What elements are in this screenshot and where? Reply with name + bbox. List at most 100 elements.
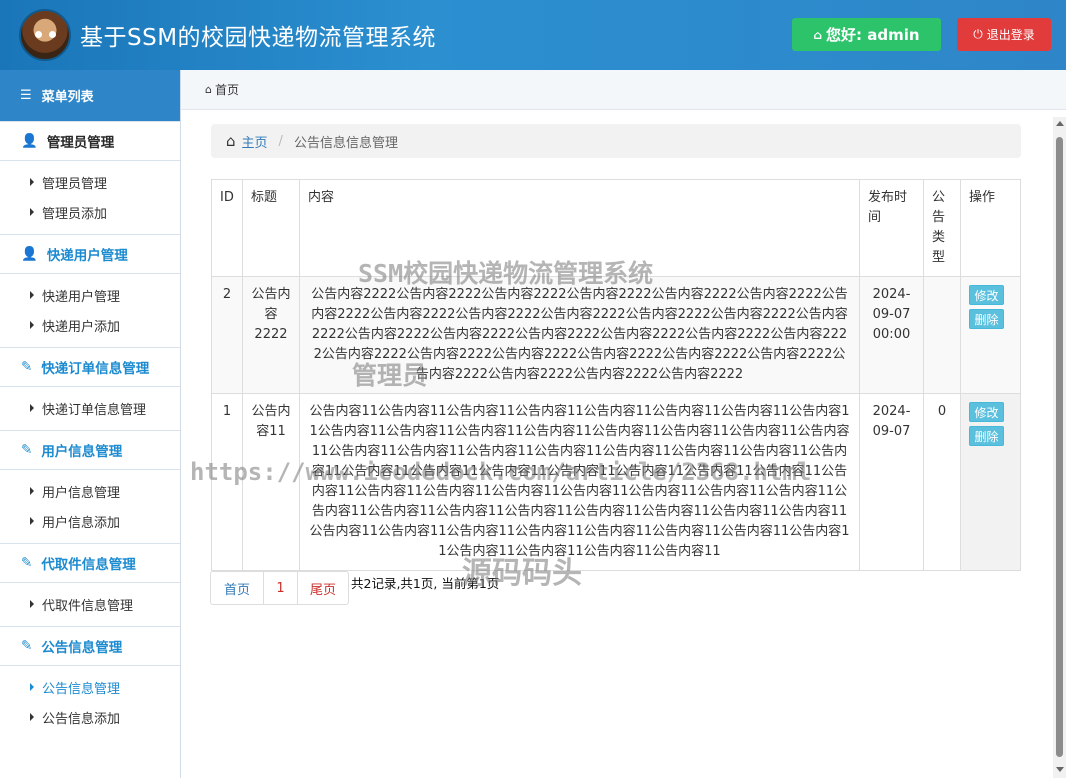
header: 基于SSM的校园快递物流管理系统 ⌂ 您好: admin ⏻ 退出登录 [0, 0, 1066, 70]
scrollbar[interactable] [1053, 117, 1066, 778]
user-label: 您好: admin [826, 26, 920, 44]
cell-actions: 修改 删除 [959, 276, 1022, 394]
logout-label: 退出登录 [986, 28, 1035, 42]
item-label: 快递用户管理 [42, 289, 121, 305]
sidebar-group-order[interactable]: ✎ 快递订单信息管理 [0, 347, 180, 387]
sidebar-group-courier-user[interactable]: 👤 快递用户管理 [0, 234, 180, 274]
home-icon: ⌂ [813, 27, 823, 42]
sidebar-group-pickup[interactable]: ✎ 代取件信息管理 [0, 543, 180, 583]
cell-date: 2024-09-07 00:00 [859, 276, 924, 394]
delete-button[interactable]: 删除 [968, 426, 1004, 446]
caret-right-icon [30, 713, 34, 721]
breadcrumb-separator: / [278, 133, 283, 149]
edit-button[interactable]: 修改 [968, 285, 1004, 305]
group-label: 用户信息管理 [41, 444, 123, 460]
sidebar-item-admin-add[interactable]: 管理员添加 [0, 197, 180, 227]
cell-type: 0 [922, 393, 961, 571]
logo-eye-right [49, 31, 56, 38]
sidebar-item-order-manage[interactable]: 快递订单信息管理 [0, 393, 180, 423]
sidebar-item-admin-manage[interactable]: 管理员管理 [0, 167, 180, 197]
caret-right-icon [30, 208, 34, 216]
caret-right-icon [30, 291, 34, 299]
caret-right-icon [30, 600, 34, 608]
pagination: 首页 1 尾页 [210, 571, 349, 605]
edit-icon: ✎ [21, 555, 33, 571]
notice-table: ID 标题 内容 发布时间 公告类型 操作 2 公告内容2222 公告内容222… [211, 179, 1022, 571]
item-label: 用户信息添加 [42, 515, 121, 531]
col-header-actions: 操作 [959, 179, 1022, 277]
caret-right-icon [30, 683, 34, 691]
group-label: 管理员管理 [46, 135, 115, 151]
breadcrumb-home-link[interactable]: 主页 [242, 132, 268, 151]
home-icon: ⌂ [226, 132, 236, 150]
logo [19, 9, 71, 61]
sidebar-item-courier-user-add[interactable]: 快递用户添加 [0, 310, 180, 340]
group-label: 代取件信息管理 [41, 557, 136, 573]
watermark-brand: 源码码头 [462, 556, 582, 591]
user-button[interactable]: ⌂ 您好: admin [792, 18, 941, 51]
cell-type [922, 276, 961, 394]
item-label: 快递订单信息管理 [42, 402, 147, 418]
item-label: 公告信息管理 [42, 681, 121, 697]
sidebar-item-courier-user-manage[interactable]: 快递用户管理 [0, 280, 180, 310]
sidebar-item-notice-add[interactable]: 公告信息添加 [0, 702, 180, 732]
table-row: 2 公告内容2222 公告内容2222公告内容2222公告内容2222公告内容2… [211, 276, 1022, 394]
col-header-type: 公告类型 [922, 179, 961, 277]
menu-header: ☰ 菜单列表 [0, 70, 180, 121]
edit-icon: ✎ [21, 442, 33, 458]
cell-date: 2024-09-07 [859, 393, 924, 571]
sidebar-item-pickup-manage[interactable]: 代取件信息管理 [0, 589, 180, 619]
pager-first[interactable]: 首页 [211, 572, 264, 604]
group-label: 公告信息管理 [41, 640, 123, 656]
watermark-line2: 管理员 [352, 361, 428, 390]
delete-button[interactable]: 删除 [968, 309, 1004, 329]
watermark-title: SSM校园快递物流管理系统 [358, 259, 654, 288]
group-label: 快递订单信息管理 [41, 361, 150, 377]
sidebar-group-notice[interactable]: ✎ 公告信息管理 [0, 626, 180, 666]
sidebar-item-notice-manage[interactable]: 公告信息管理 [0, 672, 180, 702]
pager-last[interactable]: 尾页 [298, 572, 348, 604]
scroll-thumb[interactable] [1056, 137, 1063, 757]
logo-eye-left [35, 31, 42, 38]
item-label: 管理员添加 [42, 206, 108, 222]
cell-actions: 修改 删除 [959, 393, 1022, 571]
sidebar-group-admin[interactable]: 👤 管理员管理 [0, 121, 180, 161]
sidebar-group-userinfo[interactable]: ✎ 用户信息管理 [0, 430, 180, 470]
caret-right-icon [30, 517, 34, 525]
sidebar: ☰ 菜单列表 👤 管理员管理 管理员管理 管理员添加 👤 快递用户管理 快递用户… [0, 70, 181, 778]
edit-icon: ✎ [21, 359, 33, 375]
group-label: 快递用户管理 [46, 248, 128, 264]
logout-button[interactable]: ⏻ 退出登录 [957, 18, 1051, 51]
scroll-up-arrow[interactable] [1056, 121, 1064, 126]
item-label: 用户信息管理 [42, 485, 121, 501]
item-label: 快递用户添加 [42, 319, 121, 335]
edit-icon: ✎ [21, 638, 33, 654]
item-label: 管理员管理 [42, 176, 108, 192]
tab-home[interactable]: 首页 [215, 81, 239, 98]
menu-title: 菜单列表 [41, 90, 94, 105]
caret-right-icon [30, 321, 34, 329]
pager-page-1[interactable]: 1 [264, 572, 298, 604]
sidebar-item-userinfo-add[interactable]: 用户信息添加 [0, 506, 180, 536]
user-icon: 👤 [21, 246, 38, 262]
breadcrumb: ⌂ 主页 / 公告信息信息管理 [211, 124, 1021, 158]
item-label: 代取件信息管理 [42, 598, 134, 614]
caret-right-icon [30, 178, 34, 186]
scroll-down-arrow[interactable] [1056, 767, 1064, 772]
caret-right-icon [30, 404, 34, 412]
col-header-title: 标题 [241, 179, 300, 277]
power-icon: ⏻ [973, 27, 983, 41]
edit-button[interactable]: 修改 [968, 402, 1004, 422]
breadcrumb-current: 公告信息信息管理 [293, 135, 398, 151]
cell-title: 公告内容2222 [241, 276, 300, 394]
home-icon: ⌂ [205, 83, 212, 96]
tab-bar: ⌂ 首页 [181, 70, 1066, 110]
col-header-date: 发布时间 [859, 179, 924, 277]
watermark-url: https://www.icodedock.com/article/2368.h… [190, 458, 812, 486]
item-label: 公告信息添加 [42, 711, 121, 727]
col-header-id: ID [211, 179, 243, 277]
list-icon: ☰ [20, 88, 32, 103]
caret-right-icon [30, 487, 34, 495]
sidebar-item-userinfo-manage[interactable]: 用户信息管理 [0, 476, 180, 506]
app-title: 基于SSM的校园快递物流管理系统 [80, 25, 437, 51]
